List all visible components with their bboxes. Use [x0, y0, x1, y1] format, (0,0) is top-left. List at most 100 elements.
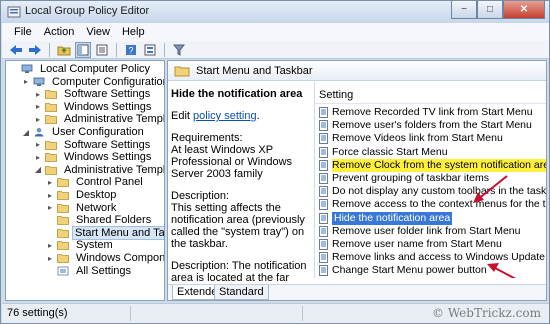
tree-item[interactable]: ▸ System: [46, 239, 117, 251]
tree-item[interactable]: ▸ Windows Settings: [34, 101, 155, 113]
setting-row[interactable]: Remove user folder link from Start Menu: [315, 225, 546, 238]
expand-toggle-icon[interactable]: ▸: [34, 153, 42, 162]
policy-editor-icon: [7, 6, 21, 18]
folder-icon: [57, 228, 69, 238]
status-bar: 76 setting(s) © WebTrickz.com: [2, 303, 549, 323]
setting-row[interactable]: Remove user name from Start Menu: [315, 238, 546, 251]
filter-icon[interactable]: [171, 42, 187, 58]
back-arrow-icon[interactable]: [8, 42, 24, 58]
details-pane: Start Menu and Taskbar Hide the notifica…: [167, 60, 547, 301]
export-list-icon[interactable]: [94, 42, 110, 58]
expand-toggle-icon[interactable]: ▸: [22, 77, 30, 86]
tree-item[interactable]: Local Computer Policy: [10, 63, 154, 75]
tree-item[interactable]: ▸ Desktop: [46, 189, 120, 201]
properties-icon[interactable]: [142, 42, 158, 58]
settings-list[interactable]: Setting Remove Recorded TV link from Sta…: [314, 82, 546, 278]
policy-setting-icon: [319, 186, 328, 198]
close-button[interactable]: ✕: [503, 1, 545, 19]
policy-setting-icon: [319, 212, 328, 224]
description-title: Hide the notification area: [171, 88, 303, 100]
setting-row[interactable]: Remove user's folders from the Start Men…: [315, 119, 546, 132]
edit-policy-link[interactable]: policy setting: [193, 110, 257, 122]
setting-label: Remove user's folders from the Start Men…: [332, 119, 532, 132]
red-arrow-annotation: [473, 175, 508, 203]
expand-toggle-icon[interactable]: ▸: [46, 254, 54, 263]
expand-toggle-icon[interactable]: ▸: [46, 203, 54, 212]
expand-toggle-icon[interactable]: ▸: [34, 115, 42, 124]
expand-toggle-icon[interactable]: ◢: [22, 128, 30, 137]
setting-column-header[interactable]: Setting: [315, 89, 546, 104]
forward-arrow-icon[interactable]: [27, 42, 43, 58]
setting-label: Remove user folder link from Start Menu: [332, 224, 521, 237]
folder-icon: [45, 165, 57, 175]
setting-row[interactable]: Remove Recorded TV link from Start Menu: [315, 106, 546, 119]
policy-setting-icon: [319, 133, 328, 145]
setting-row[interactable]: Hide the notification area: [315, 211, 546, 225]
description-text: This setting affects the notification ar…: [171, 202, 305, 250]
menu-help[interactable]: Help: [116, 23, 151, 41]
expand-toggle-icon[interactable]: ▸: [46, 241, 54, 250]
folder-icon: [45, 102, 57, 112]
settings-icon: [57, 266, 69, 275]
tree-item[interactable]: ▸ Control Panel: [46, 176, 147, 188]
edit-prefix: Edit: [171, 110, 194, 122]
menu-view[interactable]: View: [80, 23, 116, 41]
tree-item[interactable]: Start Menu and Taskbar: [46, 225, 164, 240]
title-bar[interactable]: Local Group Policy Editor − □ ✕: [1, 1, 549, 23]
expand-toggle-icon[interactable]: ▸: [46, 178, 54, 187]
tree-item[interactable]: ▸ Network: [46, 202, 120, 214]
policy-setting-icon: [319, 159, 328, 171]
tree-item[interactable]: ▸ Windows Settings: [34, 151, 155, 163]
requirements-text: At least Windows XP Professional or Wind…: [171, 144, 293, 180]
tree-item[interactable]: ▸ Software Settings: [34, 139, 154, 151]
tree-item[interactable]: All Settings: [46, 265, 135, 277]
menu-file[interactable]: File: [8, 23, 38, 41]
expand-toggle-icon[interactable]: ◢: [34, 165, 42, 174]
tree-item[interactable]: ▸Windows Components: [46, 252, 164, 264]
setting-label: Remove Videos link from Start Menu: [332, 132, 503, 145]
details-header: Start Menu and Taskbar: [168, 61, 546, 81]
requirements-label: Requirements:: [171, 132, 243, 144]
maximize-button[interactable]: □: [477, 1, 503, 19]
setting-row[interactable]: Force classic Start Menu: [315, 146, 546, 159]
up-folder-icon[interactable]: [56, 42, 72, 58]
window-controls: − □ ✕: [451, 1, 545, 19]
show-hide-tree-icon[interactable]: [75, 41, 91, 58]
menu-action[interactable]: Action: [38, 23, 81, 41]
tree-item[interactable]: ◢ User Configuration: [22, 126, 148, 138]
policy-setting-icon: [319, 120, 328, 132]
minimize-button[interactable]: −: [451, 1, 477, 19]
tab-standard[interactable]: Standard: [214, 285, 269, 300]
group-policy-editor-window: Local Group Policy Editor − □ ✕ File Act…: [0, 0, 550, 324]
status-divider: [302, 306, 303, 321]
menu-bar: File Action View Help: [2, 23, 549, 41]
help-icon[interactable]: ?: [123, 42, 139, 58]
tree-item[interactable]: ▸ Computer Configuration: [22, 76, 164, 88]
expand-toggle-icon[interactable]: ▸: [34, 90, 42, 99]
user-icon: [34, 127, 44, 137]
folder-icon: [45, 153, 57, 163]
expand-toggle-icon[interactable]: ▸: [34, 140, 42, 149]
toolbar-separator: [116, 42, 117, 57]
tree-item[interactable]: ▸ Software Settings: [34, 88, 154, 100]
expand-toggle-icon[interactable]: ▸: [34, 102, 42, 111]
policy-setting-icon: [319, 146, 328, 158]
svg-text:?: ?: [128, 45, 133, 55]
setting-row[interactable]: Remove Videos link from Start Menu: [315, 132, 546, 145]
tree-item[interactable]: ◢Administrative Templates: [34, 164, 164, 176]
navigation-tree[interactable]: Local Computer Policy ▸ Computer Configura…: [5, 60, 165, 301]
policy-setting-icon: [319, 225, 328, 237]
computer-icon: [33, 77, 45, 86]
policy-setting-icon: [319, 107, 328, 118]
tree-item-label: All Settings: [76, 264, 132, 277]
details-header-title: Start Menu and Taskbar: [196, 64, 313, 77]
expand-toggle-icon[interactable]: ▸: [46, 191, 54, 200]
computer-icon: [21, 64, 33, 73]
setting-label: Force classic Start Menu: [332, 145, 448, 158]
tree-item[interactable]: ▸Administrative Templates: [34, 113, 164, 125]
status-divider: [130, 306, 131, 321]
setting-label: Remove Recorded TV link from Start Menu: [332, 106, 533, 118]
tree-item[interactable]: Shared Folders: [46, 214, 155, 226]
